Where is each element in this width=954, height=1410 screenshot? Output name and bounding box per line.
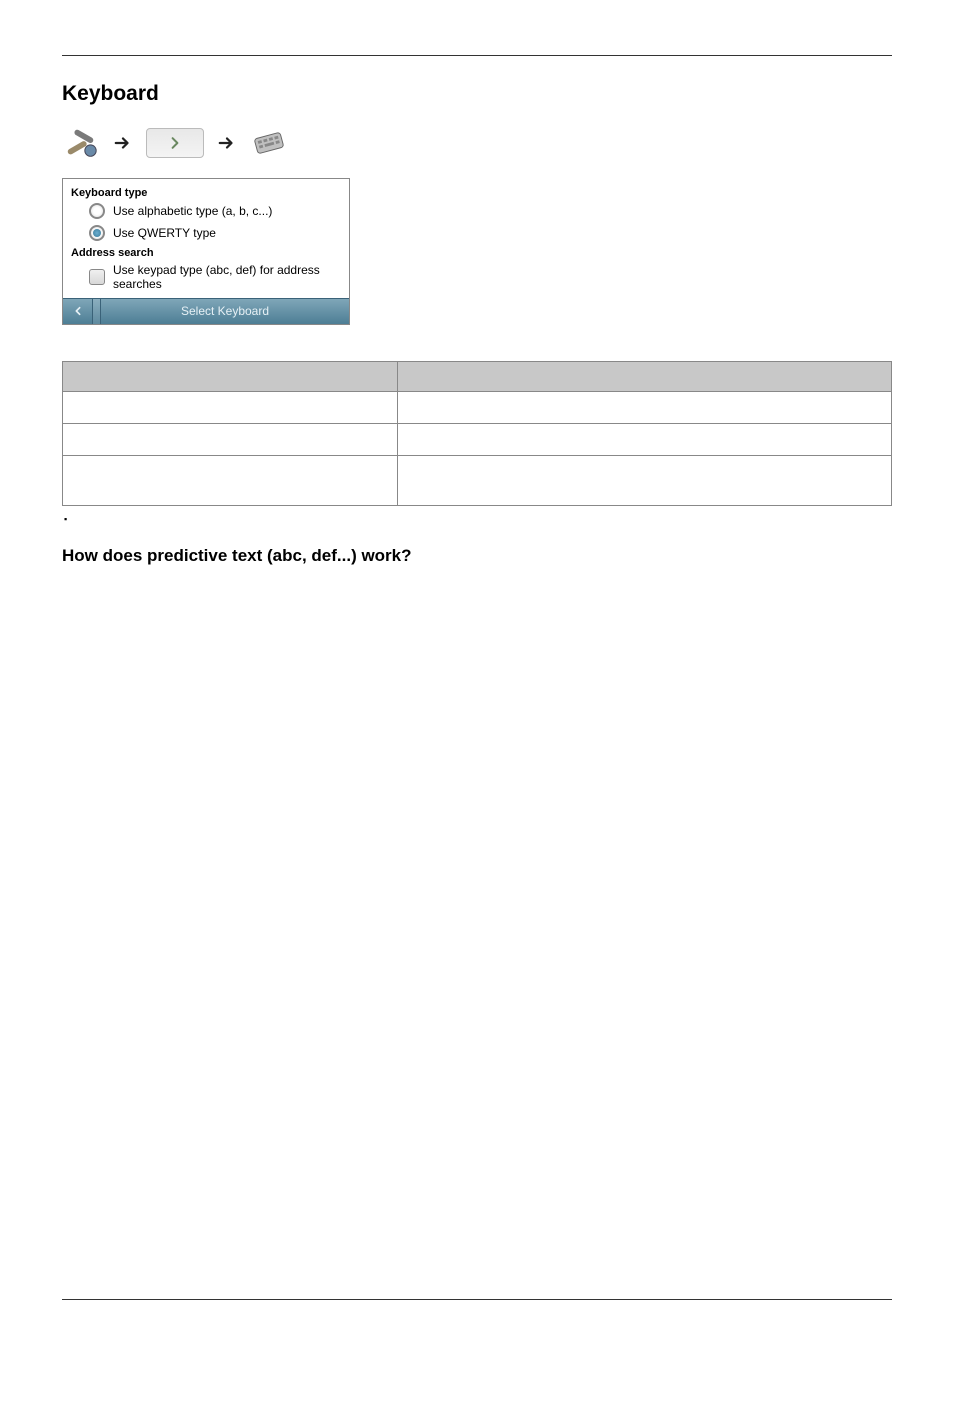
divider (93, 299, 101, 324)
table-cell (398, 391, 892, 423)
tools-icon (62, 124, 100, 162)
keyboard-settings-panel: Keyboard type Use alphabetic type (a, b,… (62, 178, 350, 325)
forward-button-icon (146, 128, 204, 158)
heading-keyboard: Keyboard (62, 82, 892, 106)
section-address-search: Address search (71, 247, 341, 259)
option-label: Use alphabetic type (a, b, c...) (113, 204, 272, 218)
option-keypad[interactable]: Use keypad type (abc, def) for address s… (89, 263, 341, 292)
document-page: Keyboard (62, 55, 892, 1300)
table-cell (398, 423, 892, 455)
back-button[interactable] (63, 299, 93, 324)
option-qwerty[interactable]: Use QWERTY type (89, 225, 341, 241)
heading-predictive-text: How does predictive text (abc, def...) w… (62, 546, 892, 566)
table-cell (63, 391, 398, 423)
table-row (63, 423, 892, 455)
checkbox-icon (89, 269, 105, 285)
keyboard-icon (250, 124, 288, 162)
arrow-right-icon (218, 134, 236, 152)
options-table (62, 361, 892, 506)
bullet-marker: ▪ (64, 514, 892, 524)
option-label: Use keypad type (abc, def) for address s… (113, 263, 341, 292)
table-header (398, 361, 892, 391)
table-row (63, 391, 892, 423)
option-alphabetic[interactable]: Use alphabetic type (a, b, c...) (89, 203, 341, 219)
panel-footer: Select Keyboard (63, 298, 349, 324)
table-cell (63, 455, 398, 505)
section-keyboard-type: Keyboard type (71, 187, 341, 199)
table-row (63, 455, 892, 505)
radio-checked-icon (89, 225, 105, 241)
option-label: Use QWERTY type (113, 226, 216, 240)
table-cell (63, 423, 398, 455)
arrow-right-icon (114, 134, 132, 152)
breadcrumb (62, 124, 892, 162)
table-cell (398, 455, 892, 505)
radio-icon (89, 203, 105, 219)
footer-title: Select Keyboard (101, 299, 349, 324)
table-header (63, 361, 398, 391)
